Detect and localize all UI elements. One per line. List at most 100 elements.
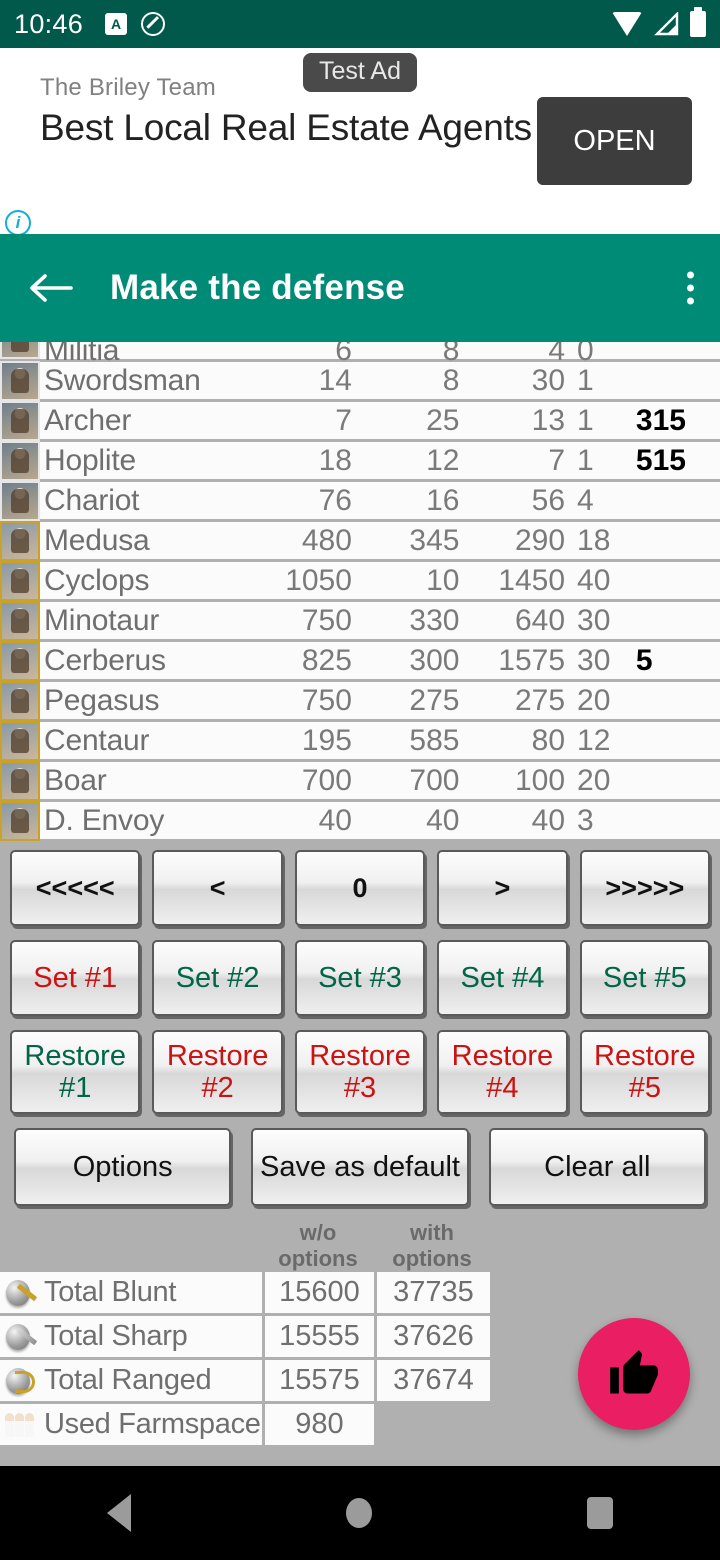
table-row[interactable]: Chariot 76 16 56 4	[0, 480, 720, 522]
table-row[interactable]: Hoplite 18 12 7 1 515	[0, 440, 720, 482]
set-button-3[interactable]: Set #3	[294, 940, 426, 1016]
set-button-row: Set #1 Set #2 Set #3 Set #4 Set #5	[10, 940, 711, 1016]
unit-quantity-value[interactable]: 5	[626, 644, 720, 678]
totals-label: Total Ranged	[44, 1364, 212, 1396]
set-button-2[interactable]: Set #2	[152, 940, 283, 1016]
table-row[interactable]: Militia 6 8 4 0	[0, 342, 720, 367]
table-row[interactable]: Minotaur 750 330 640 30	[0, 600, 720, 642]
table-row[interactable]: Centaur 195 585 80 12	[0, 720, 720, 762]
action-button-1[interactable]: Options	[14, 1128, 232, 1206]
unit-name: Hoplite	[44, 443, 136, 477]
totals-header: w/o options with options	[0, 1220, 720, 1272]
set-button-5[interactable]: Set #5	[579, 940, 711, 1016]
unit-blunt-value: 6	[335, 342, 352, 367]
page-nav-button-1[interactable]: <<<<<	[10, 850, 141, 926]
restore-button-1[interactable]: Restore #1	[10, 1030, 141, 1114]
totals-label: Total Blunt	[44, 1276, 177, 1308]
totals-with-options-value: 37735	[374, 1272, 490, 1313]
ad-open-button[interactable]: OPEN	[537, 97, 692, 185]
totals-row: Used Farmspace 980	[0, 1404, 490, 1445]
totals-label: Total Sharp	[44, 1320, 188, 1352]
set-button-1[interactable]: Set #1	[10, 940, 141, 1016]
unit-sharp-value: 330	[409, 603, 460, 637]
set-button-4[interactable]: Set #4	[437, 940, 568, 1016]
back-arrow-icon[interactable]	[22, 260, 78, 316]
unit-ranged-value: 275	[514, 683, 566, 717]
unit-sharp-value: 585	[409, 723, 460, 757]
totals-header-with: with options	[392, 1220, 472, 1271]
unit-ranged-value: 13	[531, 403, 566, 437]
unit-name: Swordsman	[44, 363, 201, 397]
unit-sharp-value: 12	[426, 443, 460, 477]
unit-portrait-icon	[0, 720, 40, 761]
totals-without-options-value: 980	[262, 1404, 374, 1445]
unit-farmspace-value: 1	[577, 403, 594, 437]
unit-sharp-value: 700	[409, 763, 460, 797]
unit-ranged-value: 1575	[498, 643, 566, 677]
restore-button-2[interactable]: Restore #2	[152, 1030, 283, 1114]
table-row[interactable]: Archer 7 25 13 1 315	[0, 400, 720, 442]
totals-row: Total Ranged 15575 37674	[0, 1360, 490, 1401]
unit-portrait-icon	[0, 342, 40, 359]
page-title: Make the defense	[110, 268, 405, 307]
action-button-3[interactable]: Clear all	[488, 1128, 706, 1206]
unit-portrait-icon	[0, 560, 40, 601]
restore-button-4[interactable]: Restore #4	[437, 1030, 568, 1114]
unit-ranged-value: 56	[531, 483, 566, 517]
unit-name: Cyclops	[44, 563, 150, 597]
table-row[interactable]: D. Envoy 40 40 40 3	[0, 800, 720, 842]
restore-button-row: Restore #1 Restore #2 Restore #3 Restore #4…	[10, 1030, 711, 1114]
unit-blunt-value: 18	[318, 443, 352, 477]
unit-farmspace-value: 30	[577, 603, 611, 637]
unit-ranged-value: 290	[514, 523, 566, 557]
table-row[interactable]: Medusa 480 345 290 18	[0, 520, 720, 562]
table-row[interactable]: Cerberus 825 300 1575 30 5	[0, 640, 720, 682]
table-row[interactable]: Cyclops 1050 10 1450 40	[0, 560, 720, 602]
unit-ranged-value: 40	[531, 803, 566, 837]
table-row[interactable]: Pegasus 750 275 275 20	[0, 680, 720, 722]
unit-name: Medusa	[44, 523, 150, 557]
totals-without-options-value: 15600	[262, 1272, 374, 1313]
unit-blunt-value: 14	[318, 363, 352, 397]
restore-button-5[interactable]: Restore #5	[579, 1030, 711, 1114]
unit-farmspace-value: 20	[577, 683, 611, 717]
unit-quantity-value[interactable]: 315	[626, 404, 720, 438]
shield-sharp-icon	[4, 1321, 40, 1353]
nav-home-icon[interactable]	[345, 1498, 372, 1528]
unit-portrait-icon	[0, 800, 40, 841]
controls-area: <<<<< <0 > >>>>> Set #1 Set #2 Set #3 Set #4 Se…	[0, 842, 720, 1206]
unit-farmspace-value: 1	[577, 443, 594, 477]
unit-quantity-value[interactable]: 515	[626, 444, 720, 478]
page-nav-button-row: <<<<< <0 > >>>>>	[10, 850, 711, 926]
unit-portrait-icon	[0, 360, 40, 401]
page-nav-button-2[interactable]: <	[152, 850, 283, 926]
restore-button-3[interactable]: Restore #3	[294, 1030, 426, 1114]
unit-sharp-value: 10	[426, 563, 460, 597]
nav-back-icon[interactable]	[107, 1494, 132, 1532]
unit-blunt-value: 480	[301, 523, 352, 557]
info-icon[interactable]: i	[5, 210, 31, 236]
unit-farmspace-value: 12	[577, 723, 611, 757]
unit-ranged-value: 1450	[498, 563, 566, 597]
page-nav-button-3[interactable]: 0	[294, 850, 426, 926]
app-screen: 10:46 A Test Ad The Briley Team Best Loc…	[0, 0, 720, 1560]
ad-banner[interactable]: Test Ad The Briley Team Best Local Real …	[0, 48, 720, 274]
page-nav-button-4[interactable]: >	[437, 850, 568, 926]
table-row[interactable]: Swordsman 14 8 30 1	[0, 360, 720, 402]
unit-blunt-value: 700	[301, 763, 352, 797]
unit-portrait-icon	[0, 520, 40, 561]
unit-portrait-icon	[0, 400, 40, 441]
unit-blunt-value: 750	[301, 683, 352, 717]
nav-recents-icon[interactable]	[586, 1497, 613, 1529]
action-button-2[interactable]: Save as default	[251, 1128, 469, 1206]
a-badge-icon: A	[105, 13, 128, 35]
overflow-menu-icon[interactable]	[687, 271, 694, 305]
table-row[interactable]: Boar 700 700 100 20	[0, 760, 720, 802]
unit-farmspace-value: 3	[577, 803, 594, 837]
ad-test-badge: Test Ad	[303, 53, 417, 92]
unit-table[interactable]: Militia 6 8 4 0 Swordsman 14 8 30 1 Archer 7 25 13 1 31…	[0, 342, 720, 842]
page-nav-button-5[interactable]: >>>>>	[579, 850, 711, 926]
unit-ranged-value: 640	[514, 603, 566, 637]
unit-farmspace-value: 1	[577, 363, 594, 397]
thumbs-up-fab-button[interactable]	[578, 1318, 690, 1430]
